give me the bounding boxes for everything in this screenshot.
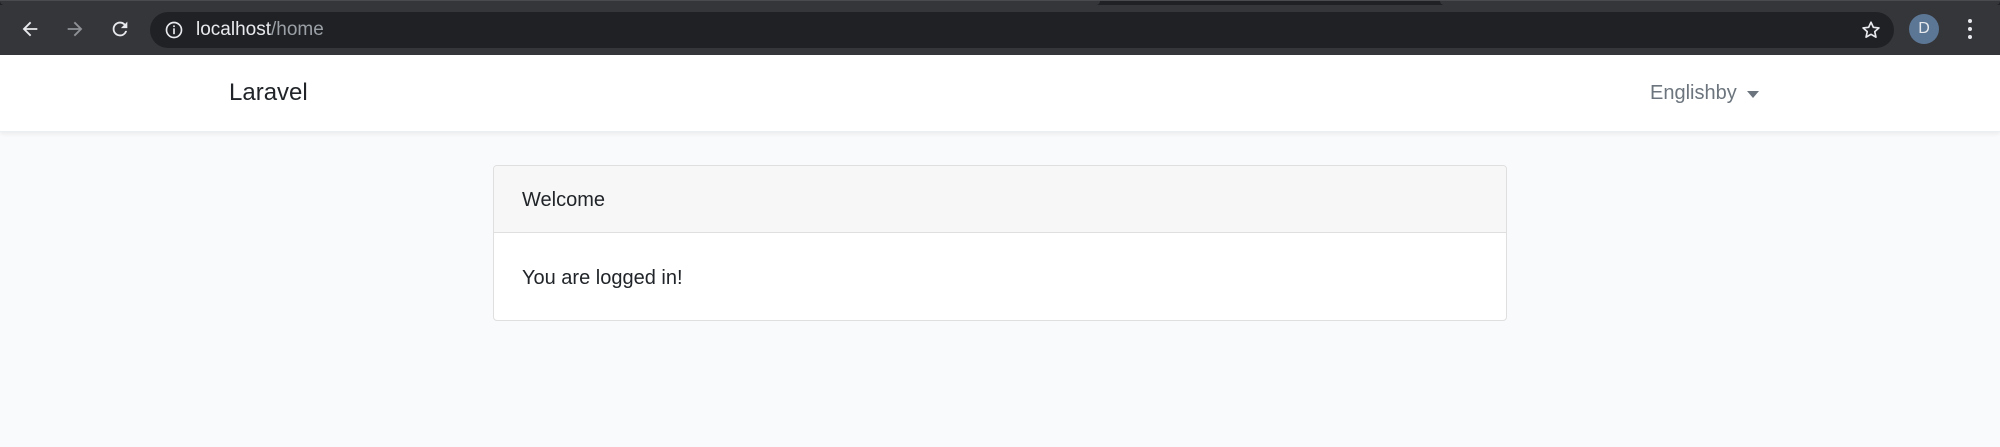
menu-dot [1968, 27, 1972, 31]
menu-dot [1968, 19, 1972, 23]
card-body-text: You are logged in! [522, 267, 683, 289]
url-path: /home [271, 19, 324, 40]
language-dropdown[interactable]: Englishby [1650, 81, 1759, 105]
brand-link[interactable]: Laravel [229, 79, 308, 107]
url-text[interactable]: localhost/home [196, 19, 324, 41]
card-header: Welcome [494, 166, 1506, 233]
kebab-menu-icon[interactable] [1958, 15, 1982, 43]
welcome-card: Welcome You are logged in! [493, 165, 1507, 321]
info-icon[interactable] [164, 20, 184, 40]
caret-down-icon [1746, 90, 1759, 98]
language-label: Englishby [1650, 82, 1737, 104]
address-bar[interactable]: localhost/home [150, 12, 1894, 48]
forward-button[interactable] [57, 13, 93, 45]
card-title: Welcome [522, 189, 605, 211]
tab-strip-segment [1440, 1, 2000, 5]
back-button[interactable] [12, 13, 48, 45]
tab-strip [0, 1, 2000, 5]
url-host: localhost [196, 19, 271, 40]
profile-avatar[interactable]: D [1909, 14, 1939, 44]
reload-icon [112, 21, 128, 37]
star-icon[interactable] [1860, 19, 1882, 41]
menu-dot [1968, 35, 1972, 39]
arrow-left-icon [22, 21, 38, 37]
browser-toolbar: localhost/home D [0, 0, 2000, 55]
arrow-right-icon [67, 21, 83, 37]
tab-strip-segment [0, 1, 1100, 5]
app-navbar: Laravel Englishby [0, 55, 2000, 132]
reload-button[interactable] [102, 13, 138, 45]
